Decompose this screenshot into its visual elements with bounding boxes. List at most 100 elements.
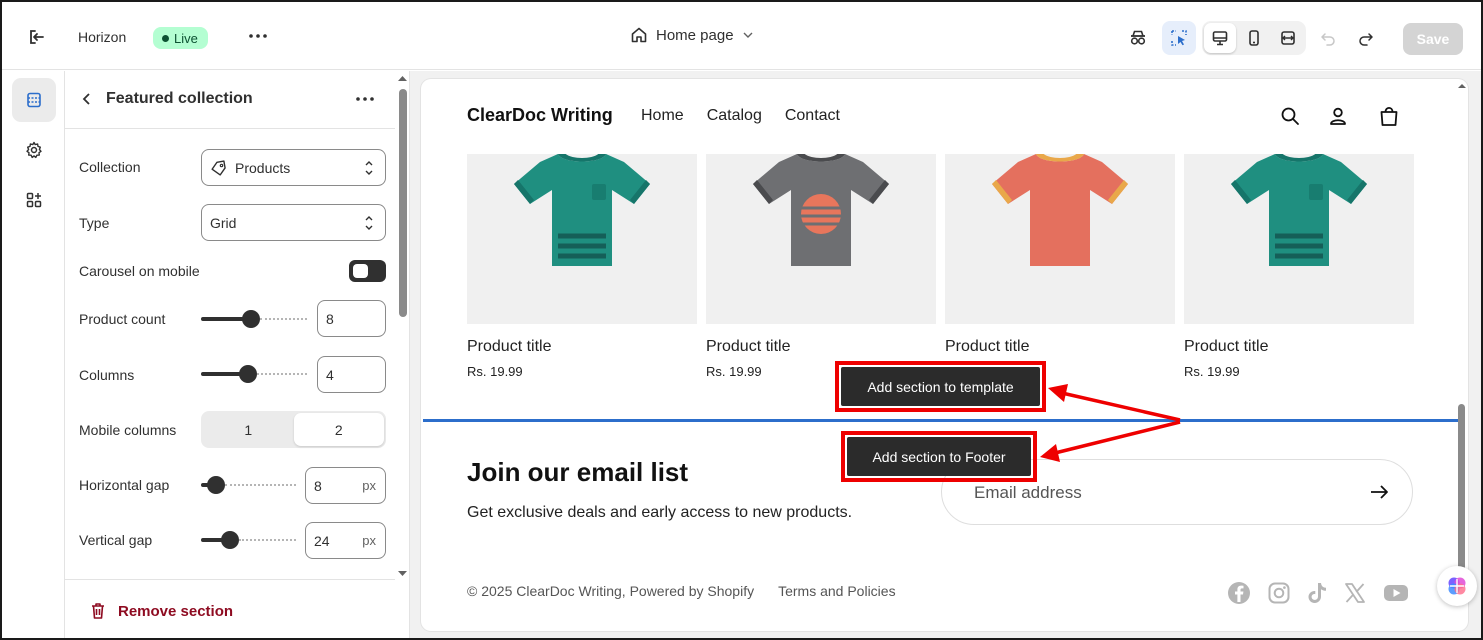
horizontal-gap-label: Horizontal gap: [79, 477, 170, 493]
preview-scrollbar[interactable]: [1456, 79, 1468, 631]
instagram-icon[interactable]: [1266, 580, 1292, 606]
select-arrows-icon: [365, 216, 373, 230]
type-select[interactable]: Grid: [201, 204, 386, 241]
newsletter-subtitle: Get exclusive deals and early access to …: [467, 504, 853, 521]
x-icon[interactable]: [1342, 580, 1368, 606]
exit-icon[interactable]: [24, 24, 50, 50]
nav-link-contact[interactable]: Contact: [785, 107, 840, 125]
unit-suffix: px: [362, 533, 376, 548]
inspector-icon[interactable]: [1162, 21, 1196, 55]
save-button[interactable]: Save: [1403, 23, 1463, 55]
page-selector-label: Home page: [656, 26, 734, 44]
apps-icon[interactable]: [12, 178, 56, 222]
product-price: Rs. 19.99: [1184, 364, 1240, 379]
mobile-view-icon[interactable]: [1238, 23, 1270, 53]
youtube-icon[interactable]: [1381, 580, 1411, 606]
facebook-icon[interactable]: [1226, 580, 1252, 606]
section-settings-panel: Featured collection Collection Products …: [65, 71, 410, 638]
scroll-thumb[interactable]: [399, 89, 407, 317]
product-image[interactable]: [945, 154, 1175, 324]
tiktok-icon[interactable]: [1304, 580, 1330, 606]
slider-handle[interactable]: [221, 531, 239, 549]
product-title[interactable]: Product title: [1184, 338, 1414, 356]
theme-more-icon[interactable]: [246, 24, 270, 48]
nav-link-home[interactable]: Home: [641, 107, 684, 125]
columns-slider[interactable]: [201, 364, 307, 384]
slider-rest: [225, 484, 296, 486]
scroll-up-icon[interactable]: [395, 73, 410, 83]
product-count-label: Product count: [79, 311, 166, 327]
slider-rest: [257, 373, 307, 375]
mobile-columns-label: Mobile columns: [79, 422, 177, 438]
tshirt-image: [514, 154, 650, 266]
search-icon[interactable]: [1279, 105, 1301, 127]
panel-scrollbar[interactable]: [395, 71, 410, 579]
product-card[interactable]: Product title Rs. 19.99: [467, 154, 697, 379]
vertical-gap-input[interactable]: 24 px: [305, 522, 386, 559]
select-arrows-icon: [365, 161, 373, 175]
remove-section-label: Remove section: [118, 602, 234, 620]
mobile-columns-option-2[interactable]: 2: [293, 413, 384, 446]
horizontal-gap-input[interactable]: 8 px: [305, 467, 386, 504]
carousel-toggle[interactable]: [349, 260, 386, 282]
tshirt-image: [1231, 154, 1367, 266]
product-title[interactable]: Product title: [467, 338, 697, 356]
slider-rest: [260, 318, 307, 320]
vertical-gap-slider[interactable]: [201, 530, 296, 550]
mobile-columns-option-1[interactable]: 1: [203, 413, 294, 446]
slider-handle[interactable]: [207, 476, 225, 494]
scroll-down-icon[interactable]: [395, 569, 410, 579]
add-section-footer-tooltip[interactable]: Add section to Footer: [847, 437, 1031, 476]
product-image[interactable]: [467, 154, 697, 324]
back-icon[interactable]: [77, 89, 97, 109]
terms-link[interactable]: Terms and Policies: [778, 583, 896, 599]
vertical-gap-value: 24: [314, 533, 330, 549]
nav-link-catalog[interactable]: Catalog: [707, 107, 762, 125]
unit-suffix: px: [362, 478, 376, 493]
product-title[interactable]: Product title: [945, 338, 1175, 356]
page-selector[interactable]: Home page: [630, 26, 754, 44]
panel-header: Featured collection: [65, 71, 395, 129]
spy-mode-icon[interactable]: [1123, 21, 1153, 55]
arrow-right-icon[interactable]: [1368, 481, 1390, 503]
desktop-view-icon[interactable]: [1204, 23, 1236, 53]
sections-icon[interactable]: [12, 78, 56, 122]
product-card[interactable]: Product title Rs. 19.99: [1184, 154, 1414, 379]
product-title[interactable]: Product title: [706, 338, 936, 356]
product-card[interactable]: Product title Rs. 19.99: [706, 154, 936, 379]
account-icon[interactable]: [1327, 105, 1349, 127]
product-count-slider[interactable]: [201, 309, 307, 329]
remove-section-button[interactable]: Remove section: [90, 602, 233, 620]
columns-input[interactable]: 4: [317, 356, 386, 393]
toggle-knob: [353, 264, 368, 278]
theme-settings-icon[interactable]: [12, 128, 56, 172]
email-placeholder: Email address: [974, 483, 1082, 502]
collection-select[interactable]: Products: [201, 149, 386, 186]
sidebar-rail: [2, 71, 65, 638]
store-brand[interactable]: ClearDoc Writing: [467, 105, 613, 126]
product-card[interactable]: Product title Rs. 19.99: [945, 154, 1175, 379]
full-width-view-icon[interactable]: [1272, 23, 1304, 53]
product-image[interactable]: [706, 154, 936, 324]
copyright: © 2025 ClearDoc Writing, Powered by Shop…: [467, 583, 755, 599]
newsletter-title: Join our email list: [467, 457, 689, 487]
ai-assistant-icon[interactable]: [1437, 566, 1477, 606]
horizontal-gap-slider[interactable]: [201, 475, 296, 495]
panel-title: Featured collection: [106, 90, 253, 107]
redo-icon[interactable]: [1354, 21, 1378, 55]
slider-handle[interactable]: [242, 310, 260, 328]
undo-icon[interactable]: [1316, 21, 1340, 55]
section-more-icon[interactable]: [353, 87, 377, 111]
scroll-up-icon[interactable]: [1456, 81, 1468, 91]
slider-handle[interactable]: [239, 365, 257, 383]
type-label: Type: [79, 215, 110, 231]
product-count-input[interactable]: 8: [317, 300, 386, 337]
product-image[interactable]: [1184, 154, 1414, 324]
panel-footer: Remove section: [65, 579, 395, 638]
product-price: Rs. 19.99: [467, 364, 523, 379]
cart-icon[interactable]: [1378, 105, 1400, 127]
section-insert-line[interactable]: [423, 419, 1463, 422]
horizontal-gap-value: 8: [314, 478, 322, 494]
store-preview: ClearDoc Writing Home Catalog Contact Pr…: [421, 79, 1468, 631]
add-section-template-tooltip[interactable]: Add section to template: [841, 367, 1040, 406]
